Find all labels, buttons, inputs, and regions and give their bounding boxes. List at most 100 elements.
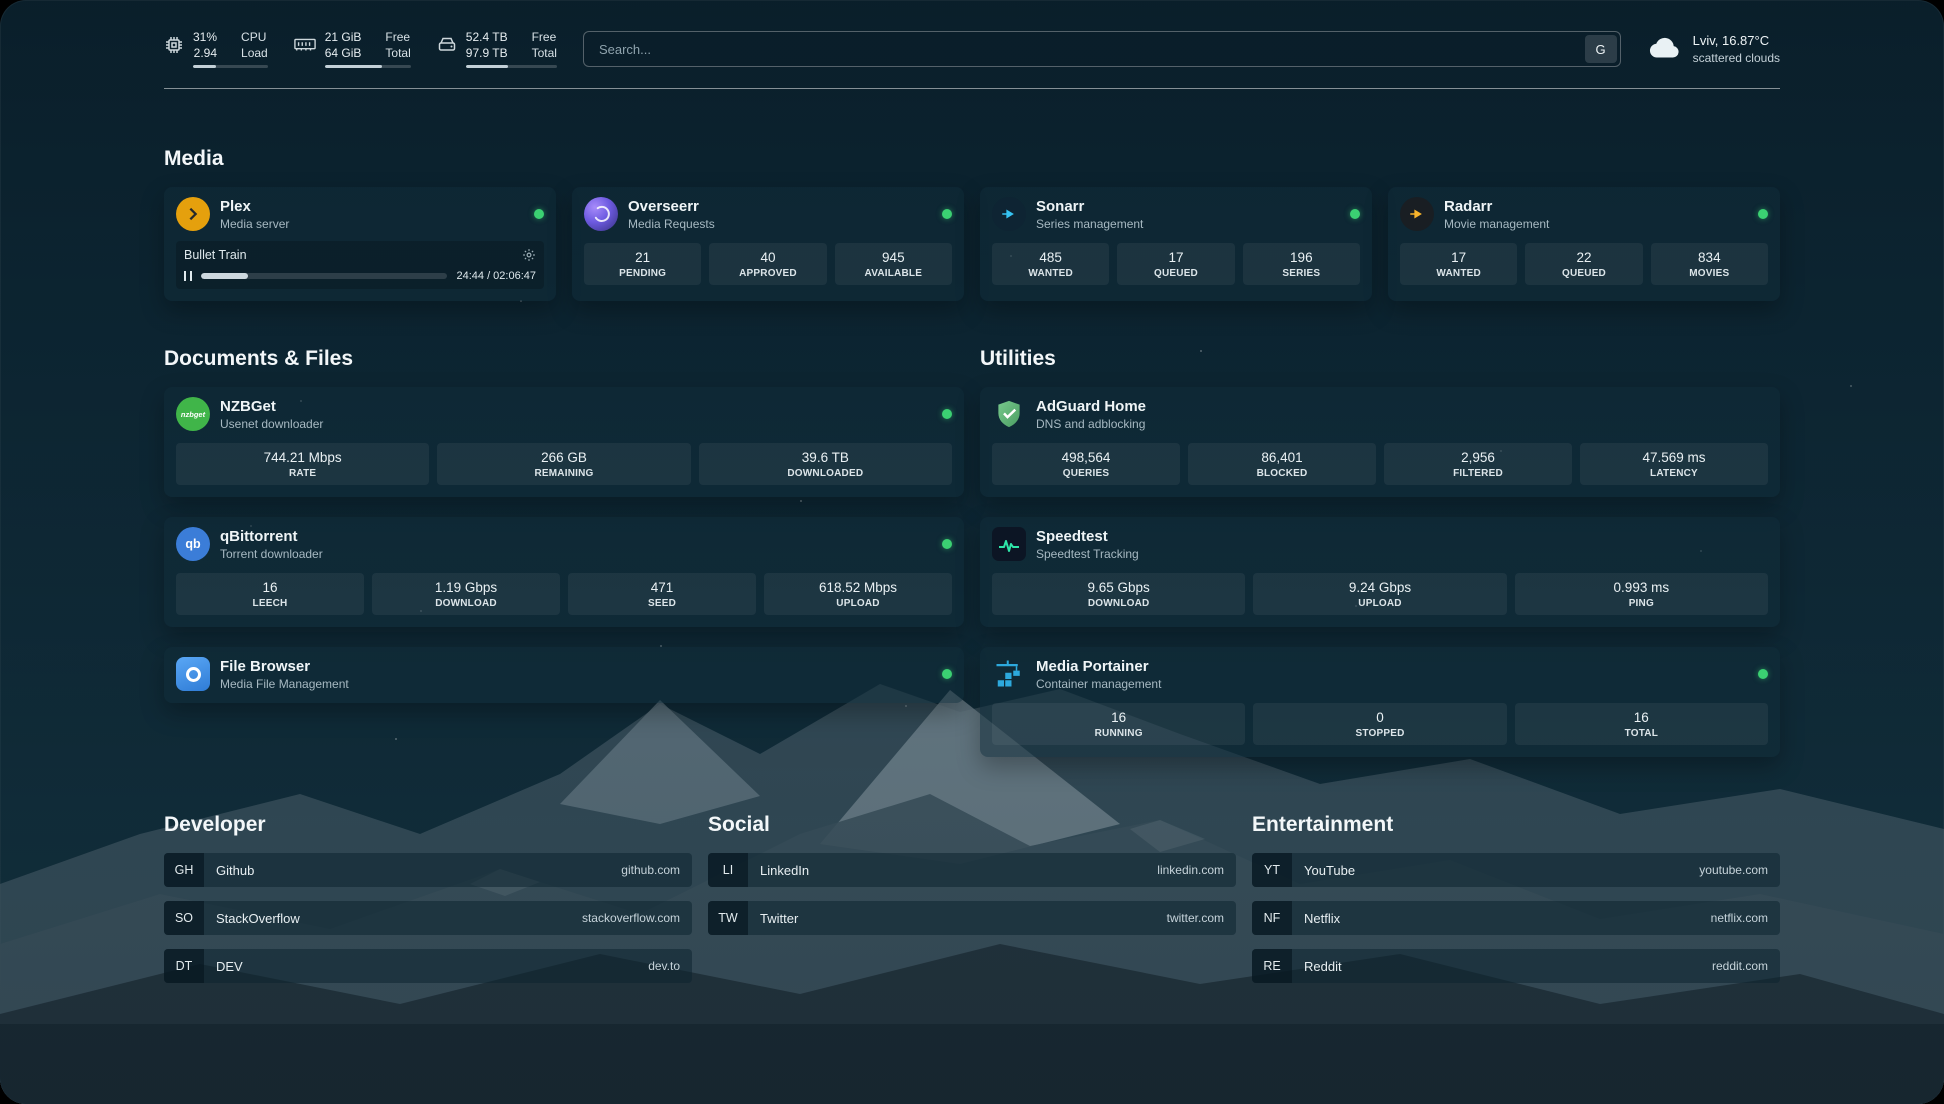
stat-box: 498,564 QUERIES [992,443,1180,485]
top-bar: 31% 2.94 CPU Load [164,30,1780,68]
stat-value: 834 [1653,250,1766,265]
service-card-adguard[interactable]: AdGuard Home DNS and adblocking 498,564 … [980,387,1780,497]
bookmark-group-title: Developer [164,813,692,837]
stat-box: 2,956 FILTERED [1384,443,1572,485]
bookmark-name: LinkedIn [760,863,809,878]
search-input[interactable] [587,42,1585,57]
service-name: Radarr [1444,198,1549,215]
stat-value: 16 [994,710,1243,725]
stat-label: LEECH [178,598,362,609]
now-playing-title: Bullet Train [184,248,247,262]
service-name: NZBGet [220,398,323,415]
stat-box: 39.6 TB DOWNLOADED [699,443,952,485]
stat-value: 0 [1255,710,1504,725]
pause-icon[interactable] [184,271,192,281]
service-name: Speedtest [1036,528,1139,545]
bookmark-abbr: SO [164,901,204,935]
bookmark-abbr: TW [708,901,748,935]
stat-value: 618.52 Mbps [766,580,950,595]
bookmark-url: netflix.com [1711,911,1768,925]
service-subtitle: DNS and adblocking [1036,417,1146,431]
stat-box: 40 APPROVED [709,243,826,285]
cpu-percent: 31% [193,30,217,46]
cpu-load: 2.94 [194,46,217,62]
filebrowser-icon [176,657,210,691]
bookmark-abbr: RE [1252,949,1292,983]
stat-value: 196 [1245,250,1358,265]
disk-total: 97.9 TB [466,46,508,62]
stat-box: 1.19 Gbps DOWNLOAD [372,573,560,615]
stat-box: 17 QUEUED [1117,243,1234,285]
memory-widget: 21 GiB 64 GiB Free Total [294,30,411,68]
bookmark-group-social: Social LI LinkedIn linkedin.com TW Twitt… [708,813,1236,949]
bookmark-github[interactable]: GH Github github.com [164,853,692,887]
memory-icon [294,35,316,60]
memory-total-label: Total [385,46,410,62]
section-title-documents: Documents & Files [164,347,964,371]
section-title-media: Media [164,147,1780,171]
cpu-icon [164,35,184,60]
stat-label: DOWNLOADED [701,468,950,479]
memory-free-label: Free [385,30,410,46]
bookmark-name: YouTube [1304,863,1355,878]
memory-usage-bar [325,65,411,68]
stat-box: 266 GB REMAINING [437,443,690,485]
bookmark-dev[interactable]: DT DEV dev.to [164,949,692,983]
stat-box: 47.569 ms LATENCY [1580,443,1768,485]
bookmark-linkedin[interactable]: LI LinkedIn linkedin.com [708,853,1236,887]
bookmark-url: reddit.com [1712,959,1768,973]
bookmark-group-title: Social [708,813,1236,837]
stat-value: 945 [837,250,950,265]
weather-widget: Lviv, 16.87°C scattered clouds [1647,32,1780,67]
service-name: Media Portainer [1036,658,1161,675]
cpu-load-label: Load [241,46,268,62]
service-card-nzbget[interactable]: nzbget NZBGet Usenet downloader 744.21 M… [164,387,964,497]
stat-label: FILTERED [1386,468,1570,479]
stat-label: RATE [178,468,427,479]
service-card-filebrowser[interactable]: File Browser Media File Management [164,647,964,703]
memory-total: 64 GiB [325,46,362,62]
plex-icon [176,197,210,231]
playback-progress-bar[interactable] [201,273,447,279]
service-subtitle: Speedtest Tracking [1036,547,1139,561]
bookmark-twitter[interactable]: TW Twitter twitter.com [708,901,1236,935]
stat-box: 0 STOPPED [1253,703,1506,745]
disk-free-label: Free [532,30,557,46]
service-subtitle: Container management [1036,677,1161,691]
service-card-plex[interactable]: Plex Media server Bullet Train [164,187,556,301]
overseerr-icon [584,197,618,231]
bookmark-stackoverflow[interactable]: SO StackOverflow stackoverflow.com [164,901,692,935]
stat-label: DOWNLOAD [374,598,558,609]
service-card-portainer[interactable]: Media Portainer Container management 16 … [980,647,1780,757]
cpu-widget: 31% 2.94 CPU Load [164,30,268,68]
disk-widget: 52.4 TB 97.9 TB Free Total [437,30,557,68]
service-card-sonarr[interactable]: Sonarr Series management 485 WANTED 17 Q… [980,187,1372,301]
stat-label: STOPPED [1255,728,1504,739]
status-indicator [942,209,952,219]
status-indicator [942,409,952,419]
status-indicator [534,209,544,219]
stat-label: LATENCY [1582,468,1766,479]
stat-value: 39.6 TB [701,450,950,465]
bookmark-youtube[interactable]: YT YouTube youtube.com [1252,853,1780,887]
bookmark-netflix[interactable]: NF Netflix netflix.com [1252,901,1780,935]
bookmark-reddit[interactable]: RE Reddit reddit.com [1252,949,1780,983]
service-subtitle: Series management [1036,217,1143,231]
gear-icon[interactable] [522,248,536,262]
weather-condition: scattered clouds [1693,50,1780,67]
stat-label: UPLOAD [766,598,950,609]
service-card-radarr[interactable]: Radarr Movie management 17 WANTED 22 QUE… [1388,187,1780,301]
stat-label: APPROVED [711,268,824,279]
bookmark-abbr: GH [164,853,204,887]
service-name: Plex [220,198,289,215]
stat-value: 16 [178,580,362,595]
service-card-qbittorrent[interactable]: qb qBittorrent Torrent downloader 16 [164,517,964,627]
stat-label: PENDING [586,268,699,279]
stat-value: 1.19 Gbps [374,580,558,595]
search-provider-button[interactable]: G [1585,35,1617,63]
stat-box: 0.993 ms PING [1515,573,1768,615]
stat-label: RUNNING [994,728,1243,739]
service-name: File Browser [220,658,349,675]
service-card-speedtest[interactable]: Speedtest Speedtest Tracking 9.65 Gbps D… [980,517,1780,627]
service-card-overseerr[interactable]: Overseerr Media Requests 21 PENDING 40 A… [572,187,964,301]
